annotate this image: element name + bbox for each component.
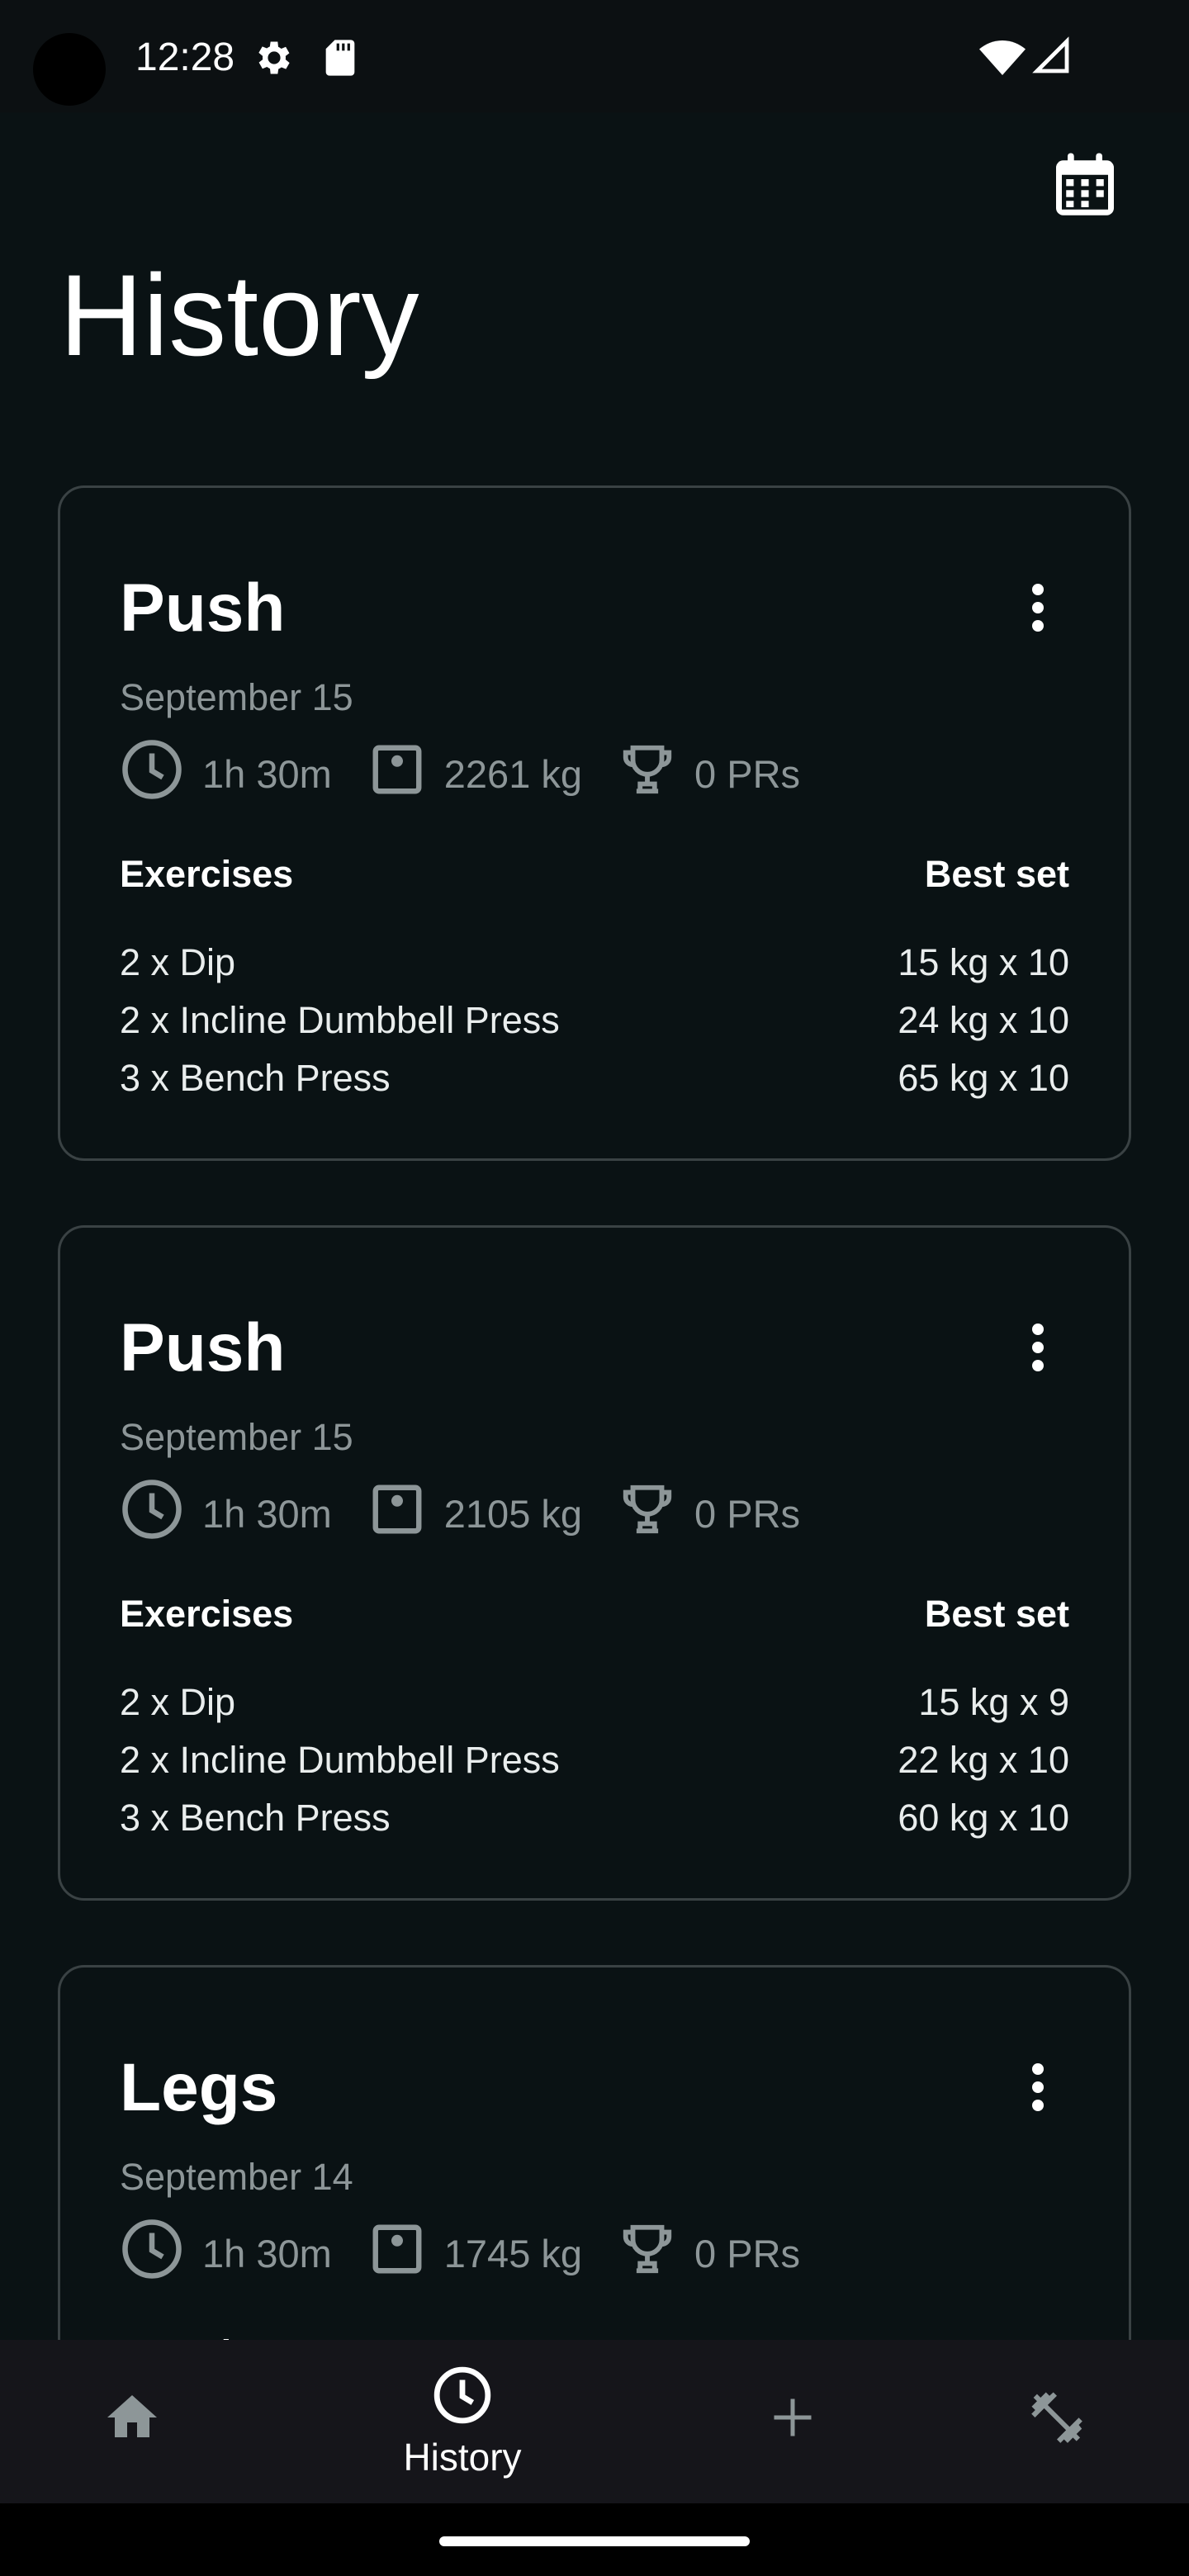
best-set-label: Best set [924,1593,1069,1635]
status-time: 12:28 [135,36,235,79]
exercise-best-set: 60 kg x 10 [898,1797,1069,1839]
exercise-best-set: 15 kg x 9 [918,1681,1069,1723]
volume-value: 2105 kg [443,1491,583,1536]
prs-value: 0 PRs [694,2231,801,2275]
volume-stat: 1745 kg [368,2220,582,2287]
weight-icon [368,741,444,807]
volume-value: 1745 kg [443,2231,583,2275]
clock-icon [120,737,202,811]
exercise-best-set: 65 kg x 10 [898,1057,1069,1099]
workout-stats: 1h 30m 1745 kg 0 PRs [120,2218,836,2287]
prs-stat: 0 PRs [618,2220,800,2287]
workout-date: September 15 [120,676,353,718]
duration-stat: 1h 30m [120,737,332,811]
best-set-label: Best set [924,853,1069,895]
cell-signal-icon [1032,36,1075,79]
camera-cutout [33,33,106,106]
duration-value: 1h 30m [202,751,332,796]
settings-gear-icon [253,36,296,79]
home-gesture-handle[interactable] [439,2536,750,2546]
exercise-list: 2 x Dip 15 kg x 10 2 x Incline Dumbbell … [120,934,1069,1107]
exercise-list: 2 x Dip 15 kg x 9 2 x Incline Dumbbell P… [120,1674,1069,1847]
workout-menu-button[interactable] [1021,2060,1054,2118]
calendar-button[interactable] [1047,149,1123,225]
weight-icon [368,2220,444,2287]
trophy-icon [618,741,694,807]
exercise-best-set: 15 kg x 10 [898,941,1069,983]
gesture-bar [0,2503,1189,2576]
nav-label-history: History [403,2435,522,2479]
workout-title: Legs [120,2050,278,2125]
duration-value: 1h 30m [202,1491,332,1536]
workout-card[interactable]: Push September 15 1h 30m 2105 kg 0 PRs E… [58,1225,1131,1901]
exercises-label: Exercises [120,853,294,895]
nav-item-home[interactable] [50,2340,215,2503]
nav-item-history[interactable]: History [380,2340,545,2503]
exercise-best-set: 24 kg x 10 [898,999,1069,1041]
workout-card[interactable]: Push September 15 1h 30m 2261 kg 0 PRs E… [58,485,1131,1161]
exercise-row: 2 x Dip 15 kg x 9 [120,1674,1069,1731]
prs-stat: 0 PRs [618,1480,800,1547]
history-screen: 12:28 History Push September 15 1h 30m 2… [0,0,1189,2576]
exercise-row: 3 x Bench Press 60 kg x 10 [120,1789,1069,1847]
sd-card-icon [319,36,362,79]
more-vert-icon [1030,2062,1046,2116]
exercise-name: 3 x Bench Press [120,1797,391,1839]
history-clock-icon [432,2365,493,2430]
page-title: History [59,250,419,380]
workout-date: September 15 [120,1416,353,1458]
exercise-name: 3 x Bench Press [120,1057,391,1099]
exercise-name: 2 x Dip [120,941,236,983]
nav-item-exercises[interactable] [974,2340,1139,2503]
duration-stat: 1h 30m [120,2217,332,2290]
status-bar: 12:28 [0,0,1189,112]
exercise-name: 2 x Incline Dumbbell Press [120,1739,560,1781]
exercise-row: 2 x Incline Dumbbell Press 22 kg x 10 [120,1731,1069,1789]
prs-stat: 0 PRs [618,741,800,807]
exercise-row: 2 x Incline Dumbbell Press 24 kg x 10 [120,992,1069,1049]
workout-date: September 14 [120,2156,353,2198]
exercises-label: Exercises [120,1593,294,1635]
bottom-navigation: History [0,2340,1189,2503]
more-vert-icon [1030,1323,1046,1376]
duration-value: 1h 30m [202,2231,332,2275]
trophy-icon [618,1480,694,1547]
prs-value: 0 PRs [694,751,801,796]
workout-stats: 1h 30m 2105 kg 0 PRs [120,1479,836,1547]
workout-title: Push [120,1310,286,1385]
workout-menu-button[interactable] [1021,1320,1054,1378]
exercise-row: 2 x Dip 15 kg x 10 [120,934,1069,992]
exercises-header: Exercises Best set [120,1591,1069,1637]
dumbbell-icon [1026,2387,1087,2452]
home-icon [102,2388,162,2451]
calendar-icon [1050,149,1120,225]
clock-icon [120,1477,202,1551]
exercises-header: Exercises Best set [120,851,1069,897]
workout-stats: 1h 30m 2261 kg 0 PRs [120,739,836,807]
volume-value: 2261 kg [443,751,583,796]
workout-title: Push [120,571,286,646]
nav-item-add-workout[interactable] [710,2340,875,2503]
exercise-row: 3 x Bench Press 65 kg x 10 [120,1049,1069,1107]
wifi-icon [979,36,1026,79]
weight-icon [368,1480,444,1547]
trophy-icon [618,2220,694,2287]
clock-icon [120,2217,202,2290]
workout-menu-button[interactable] [1021,580,1054,638]
prs-value: 0 PRs [694,1491,801,1536]
volume-stat: 2105 kg [368,1480,582,1547]
duration-stat: 1h 30m [120,1477,332,1551]
plus-icon [768,2393,817,2446]
exercise-name: 2 x Incline Dumbbell Press [120,999,560,1041]
more-vert-icon [1030,583,1046,637]
exercise-best-set: 22 kg x 10 [898,1739,1069,1781]
volume-stat: 2261 kg [368,741,582,807]
exercise-name: 2 x Dip [120,1681,236,1723]
